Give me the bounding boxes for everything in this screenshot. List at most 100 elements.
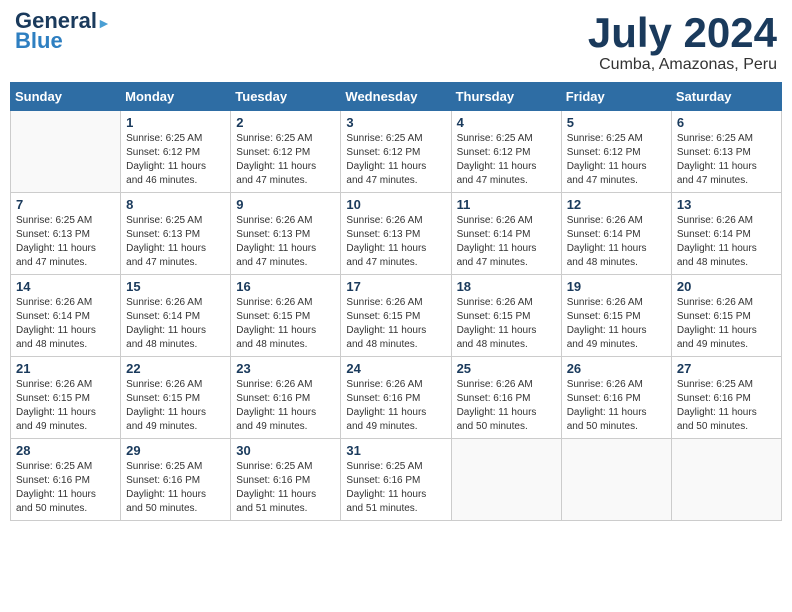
day-number: 28 xyxy=(16,443,115,458)
logo-blue: Blue xyxy=(15,30,111,52)
day-info: Sunrise: 6:25 AMSunset: 6:13 PMDaylight:… xyxy=(126,214,225,270)
calendar-day-cell: 16 Sunrise: 6:26 AMSunset: 6:15 PMDayligh… xyxy=(231,275,341,357)
day-number: 15 xyxy=(126,279,225,294)
calendar-day-cell: 23 Sunrise: 6:26 AMSunset: 6:16 PMDayligh… xyxy=(231,357,341,439)
day-number: 6 xyxy=(677,115,776,130)
day-number: 16 xyxy=(236,279,335,294)
day-info: Sunrise: 6:25 AMSunset: 6:12 PMDaylight:… xyxy=(346,132,445,188)
calendar-day-cell: 31 Sunrise: 6:25 AMSunset: 6:16 PMDayligh… xyxy=(341,439,451,521)
day-info: Sunrise: 6:26 AMSunset: 6:15 PMDaylight:… xyxy=(126,378,225,434)
day-info: Sunrise: 6:26 AMSunset: 6:15 PMDaylight:… xyxy=(236,296,335,352)
day-info: Sunrise: 6:25 AMSunset: 6:16 PMDaylight:… xyxy=(677,378,776,434)
day-info: Sunrise: 6:26 AMSunset: 6:16 PMDaylight:… xyxy=(236,378,335,434)
day-number: 1 xyxy=(126,115,225,130)
day-number: 17 xyxy=(346,279,445,294)
day-info: Sunrise: 6:26 AMSunset: 6:14 PMDaylight:… xyxy=(16,296,115,352)
calendar-day-cell: 27Sunrise: 6:25 AMSunset: 6:16 PMDayligh… xyxy=(671,357,781,439)
calendar-day-cell: 11 Sunrise: 6:26 AMSunset: 6:14 PMDayligh… xyxy=(451,193,561,275)
day-number: 12 xyxy=(567,197,666,212)
day-info: Sunrise: 6:25 AMSunset: 6:16 PMDaylight:… xyxy=(16,460,115,516)
calendar-day-header: Thursday xyxy=(451,83,561,111)
calendar-day-cell: 12 Sunrise: 6:26 AMSunset: 6:14 PMDayligh… xyxy=(561,193,671,275)
day-number: 24 xyxy=(346,361,445,376)
day-number: 8 xyxy=(126,197,225,212)
month-year-title: July 2024 xyxy=(588,10,777,56)
day-number: 22 xyxy=(126,361,225,376)
calendar-day-cell: 21Sunrise: 6:26 AMSunset: 6:15 PMDayligh… xyxy=(11,357,121,439)
calendar-week-row: 1 Sunrise: 6:25 AMSunset: 6:12 PMDaylight… xyxy=(11,111,782,193)
day-info: Sunrise: 6:26 AMSunset: 6:14 PMDaylight:… xyxy=(126,296,225,352)
day-info: Sunrise: 6:25 AMSunset: 6:16 PMDaylight:… xyxy=(236,460,335,516)
calendar-day-cell: 15 Sunrise: 6:26 AMSunset: 6:14 PMDayligh… xyxy=(121,275,231,357)
day-info: Sunrise: 6:25 AMSunset: 6:12 PMDaylight:… xyxy=(126,132,225,188)
calendar-day-cell xyxy=(561,439,671,521)
calendar-day-cell: 30Sunrise: 6:25 AMSunset: 6:16 PMDayligh… xyxy=(231,439,341,521)
day-number: 20 xyxy=(677,279,776,294)
calendar-day-cell: 22 Sunrise: 6:26 AMSunset: 6:15 PMDayligh… xyxy=(121,357,231,439)
day-number: 9 xyxy=(236,197,335,212)
day-number: 10 xyxy=(346,197,445,212)
calendar-day-header: Friday xyxy=(561,83,671,111)
day-info: Sunrise: 6:26 AMSunset: 6:16 PMDaylight:… xyxy=(346,378,445,434)
day-number: 5 xyxy=(567,115,666,130)
day-info: Sunrise: 6:25 AMSunset: 6:13 PMDaylight:… xyxy=(16,214,115,270)
location-subtitle: Cumba, Amazonas, Peru xyxy=(588,56,777,74)
day-info: Sunrise: 6:25 AMSunset: 6:12 PMDaylight:… xyxy=(567,132,666,188)
day-number: 2 xyxy=(236,115,335,130)
day-number: 23 xyxy=(236,361,335,376)
day-info: Sunrise: 6:26 AMSunset: 6:14 PMDaylight:… xyxy=(457,214,556,270)
day-info: Sunrise: 6:26 AMSunset: 6:15 PMDaylight:… xyxy=(346,296,445,352)
day-info: Sunrise: 6:26 AMSunset: 6:16 PMDaylight:… xyxy=(567,378,666,434)
day-info: Sunrise: 6:26 AMSunset: 6:16 PMDaylight:… xyxy=(457,378,556,434)
day-info: Sunrise: 6:25 AMSunset: 6:16 PMDaylight:… xyxy=(346,460,445,516)
calendar-day-cell: 3Sunrise: 6:25 AMSunset: 6:12 PMDaylight… xyxy=(341,111,451,193)
day-info: Sunrise: 6:25 AMSunset: 6:12 PMDaylight:… xyxy=(457,132,556,188)
day-number: 11 xyxy=(457,197,556,212)
calendar-day-cell: 7 Sunrise: 6:25 AMSunset: 6:13 PMDaylight… xyxy=(11,193,121,275)
calendar-day-cell: 2 Sunrise: 6:25 AMSunset: 6:12 PMDaylight… xyxy=(231,111,341,193)
day-number: 13 xyxy=(677,197,776,212)
day-number: 26 xyxy=(567,361,666,376)
calendar-day-header: Tuesday xyxy=(231,83,341,111)
calendar-day-cell: 4 Sunrise: 6:25 AMSunset: 6:12 PMDaylight… xyxy=(451,111,561,193)
page-header: General► Blue July 2024 Cumba, Amazonas,… xyxy=(10,10,782,74)
day-info: Sunrise: 6:26 AMSunset: 6:14 PMDaylight:… xyxy=(567,214,666,270)
day-number: 14 xyxy=(16,279,115,294)
day-number: 18 xyxy=(457,279,556,294)
day-info: Sunrise: 6:26 AMSunset: 6:14 PMDaylight:… xyxy=(677,214,776,270)
day-number: 19 xyxy=(567,279,666,294)
calendar-week-row: 14 Sunrise: 6:26 AMSunset: 6:14 PMDayligh… xyxy=(11,275,782,357)
calendar-week-row: 21Sunrise: 6:26 AMSunset: 6:15 PMDayligh… xyxy=(11,357,782,439)
day-info: Sunrise: 6:26 AMSunset: 6:13 PMDaylight:… xyxy=(236,214,335,270)
day-number: 4 xyxy=(457,115,556,130)
calendar-day-header: Saturday xyxy=(671,83,781,111)
calendar-day-header: Sunday xyxy=(11,83,121,111)
calendar-day-cell: 14 Sunrise: 6:26 AMSunset: 6:14 PMDayligh… xyxy=(11,275,121,357)
calendar-day-cell: 26 Sunrise: 6:26 AMSunset: 6:16 PMDayligh… xyxy=(561,357,671,439)
calendar-day-cell: 10 Sunrise: 6:26 AMSunset: 6:13 PMDayligh… xyxy=(341,193,451,275)
calendar-day-cell: 19 Sunrise: 6:26 AMSunset: 6:15 PMDayligh… xyxy=(561,275,671,357)
calendar-day-cell: 29Sunrise: 6:25 AMSunset: 6:16 PMDayligh… xyxy=(121,439,231,521)
calendar-header-row: SundayMondayTuesdayWednesdayThursdayFrid… xyxy=(11,83,782,111)
day-info: Sunrise: 6:26 AMSunset: 6:13 PMDaylight:… xyxy=(346,214,445,270)
calendar-day-cell xyxy=(11,111,121,193)
calendar-day-header: Wednesday xyxy=(341,83,451,111)
day-info: Sunrise: 6:26 AMSunset: 6:15 PMDaylight:… xyxy=(16,378,115,434)
calendar-day-cell: 13 Sunrise: 6:26 AMSunset: 6:14 PMDayligh… xyxy=(671,193,781,275)
calendar-day-cell xyxy=(451,439,561,521)
day-info: Sunrise: 6:26 AMSunset: 6:15 PMDaylight:… xyxy=(567,296,666,352)
calendar-week-row: 7 Sunrise: 6:25 AMSunset: 6:13 PMDaylight… xyxy=(11,193,782,275)
logo: General► Blue xyxy=(15,10,111,52)
calendar-day-cell: 24 Sunrise: 6:26 AMSunset: 6:16 PMDayligh… xyxy=(341,357,451,439)
calendar-table: SundayMondayTuesdayWednesdayThursdayFrid… xyxy=(10,82,782,521)
day-number: 7 xyxy=(16,197,115,212)
calendar-day-cell: 6 Sunrise: 6:25 AMSunset: 6:13 PMDaylight… xyxy=(671,111,781,193)
calendar-day-cell: 25Sunrise: 6:26 AMSunset: 6:16 PMDayligh… xyxy=(451,357,561,439)
day-info: Sunrise: 6:25 AMSunset: 6:12 PMDaylight:… xyxy=(236,132,335,188)
day-number: 31 xyxy=(346,443,445,458)
calendar-day-cell: 18 Sunrise: 6:26 AMSunset: 6:15 PMDayligh… xyxy=(451,275,561,357)
calendar-day-cell xyxy=(671,439,781,521)
day-info: Sunrise: 6:26 AMSunset: 6:15 PMDaylight:… xyxy=(457,296,556,352)
day-info: Sunrise: 6:25 AMSunset: 6:13 PMDaylight:… xyxy=(677,132,776,188)
calendar-day-header: Monday xyxy=(121,83,231,111)
